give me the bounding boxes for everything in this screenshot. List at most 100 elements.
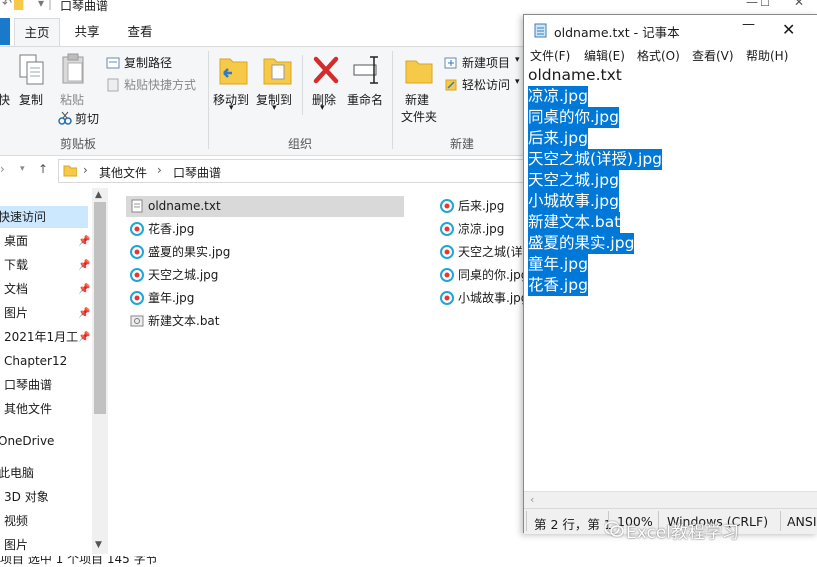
scroll-left-icon[interactable]: ‹ (530, 493, 534, 506)
nav-item-3d-objects[interactable]: 3D 对象 (4, 486, 49, 508)
maximize-icon[interactable]: ☐ (760, 0, 770, 9)
nav-item-quick-access[interactable]: 快速访问 (0, 206, 88, 228)
move-to-dropdown-icon[interactable]: ▾ (229, 103, 234, 113)
nav-item-label: 图片 (4, 306, 29, 320)
new-item-button[interactable]: 新建项目 (462, 54, 510, 71)
nav-item-label: 其他文件 (4, 402, 53, 416)
easy-access-dropdown-icon[interactable]: ▾ (515, 77, 520, 87)
copy-button[interactable]: 复制 (19, 91, 43, 108)
nav-item-2021-folder[interactable]: 2021年1月工 (4, 326, 78, 348)
paste-shortcut-button[interactable]: 粘贴快捷方式 (124, 76, 196, 93)
menu-file[interactable]: 文件(F) (530, 47, 570, 64)
nav-item-documents[interactable]: 文档 (4, 278, 28, 300)
nav-scrollbar[interactable]: ▲ ▼ (92, 188, 108, 554)
cut-button[interactable]: 剪切 (75, 110, 99, 127)
new-folder-button-line2[interactable]: 文件夹 (401, 108, 437, 125)
easy-access-button[interactable]: 轻松访问 (462, 76, 510, 93)
ribbon-tabs: 主页 共享 查看 (0, 18, 560, 46)
pin-icon[interactable]: 📌 (78, 332, 90, 343)
nav-item-label: 3D 对象 (4, 490, 49, 504)
nav-item-pictures[interactable]: 图片 (4, 302, 28, 324)
delete-dropdown-icon[interactable]: ▾ (320, 103, 325, 113)
wechat-icon (604, 521, 624, 537)
undo-icon[interactable]: ↶ (2, 0, 12, 10)
text-line: oldname.txt (528, 66, 622, 84)
pin-icon[interactable]: 📌 (78, 236, 90, 247)
text-line-selected: 后来.jpg (528, 128, 588, 149)
breadcrumb-chevron-icon[interactable]: › (83, 163, 88, 177)
horizontal-scrollbar[interactable]: ‹ (524, 491, 817, 509)
nav-item-label: 快速访问 (0, 210, 47, 224)
close-icon[interactable]: ✕ (794, 0, 804, 9)
pin-icon[interactable]: 📌 (78, 260, 90, 271)
scroll-up-icon[interactable]: ▲ (95, 190, 102, 200)
dropdown-icon[interactable]: ▾ (38, 0, 44, 10)
minimize-icon[interactable]: — (746, 0, 758, 9)
ribbon: 快 复制 粘贴 复制路径 粘贴快捷方式 剪切 剪贴板 移动到 ▾ 复制到 ▾ 删… (0, 46, 560, 156)
forward-icon[interactable]: › (0, 162, 5, 176)
move-to-icon[interactable] (218, 53, 250, 87)
nav-item-label: 口琴曲谱 (4, 378, 53, 392)
rename-button[interactable]: 重命名 (347, 91, 383, 108)
nav-item-chapter12[interactable]: Chapter12 (4, 350, 67, 372)
breadcrumb-item[interactable]: 口琴曲谱 (173, 164, 221, 181)
image-viewer-icon (130, 268, 144, 282)
copy-to-icon[interactable] (262, 53, 294, 87)
rename-icon[interactable] (352, 55, 384, 85)
clipboard-group-label: 剪贴板 (60, 137, 97, 151)
nav-item-downloads[interactable]: 下载 (4, 254, 28, 276)
menu-format[interactable]: 格式(O) (637, 47, 680, 64)
nav-item-pictures-pc[interactable]: 图片 (4, 534, 28, 556)
up-arrow-icon[interactable]: ↑ (38, 162, 48, 176)
nav-item-other-files[interactable]: 其他文件 (4, 398, 52, 420)
paste-icon[interactable] (60, 53, 88, 87)
file-name: 小城故事.jpg (458, 291, 529, 305)
image-viewer-icon (130, 245, 144, 259)
nav-item-this-pc[interactable]: 此电脑 (0, 462, 34, 484)
tab-file[interactable] (0, 18, 10, 45)
nav-item-onedrive[interactable]: OneDrive (0, 430, 54, 452)
notepad-icon (534, 23, 547, 38)
delete-icon[interactable] (312, 55, 340, 85)
scroll-down-icon[interactable]: ▼ (95, 540, 102, 550)
pin-icon[interactable]: 📌 (78, 308, 90, 319)
close-icon[interactable]: ✕ (782, 20, 795, 39)
copy-icon[interactable] (18, 53, 46, 87)
copy-path-button[interactable]: 复制路径 (124, 54, 172, 71)
new-folder-button-line1[interactable]: 新建 (405, 91, 429, 108)
notepad-menubar: 文件(F) 编辑(E) 格式(O) 查看(V) 帮助(H) (524, 45, 817, 65)
nav-item-label: Chapter12 (4, 354, 68, 368)
new-folder-icon[interactable] (404, 55, 434, 85)
recent-locations-icon[interactable]: ▾ (20, 164, 25, 174)
menu-help[interactable]: 帮助(H) (746, 47, 788, 64)
window-controls-strip: — ☐ ✕ (560, 0, 817, 14)
nav-item-harmonica-scores[interactable]: 口琴曲谱 (4, 374, 52, 396)
paste-button[interactable]: 粘贴 (60, 91, 84, 108)
pin-icon[interactable]: 📌 (78, 284, 90, 295)
tab-view[interactable]: 查看 (116, 18, 164, 45)
tab-home[interactable]: 主页 (14, 18, 60, 46)
notepad-text-area[interactable]: oldname.txt 凉凉.jpg 同桌的你.jpg 后来.jpg 天空之城(… (524, 65, 817, 491)
copy-to-dropdown-icon[interactable]: ▾ (272, 103, 277, 113)
breadcrumb-chevron-icon[interactable]: › (157, 163, 162, 177)
file-item-oldname-txt[interactable]: oldname.txt (126, 196, 404, 217)
nav-item-desktop[interactable]: 桌面 (4, 230, 28, 252)
file-name: oldname.txt (148, 199, 221, 213)
address-bar[interactable]: › 其他文件 › 口琴曲谱 (58, 159, 560, 183)
pin-quick-access-label[interactable]: 快 (0, 91, 10, 108)
status-separator (526, 511, 527, 531)
menu-view[interactable]: 查看(V) (692, 47, 734, 64)
text-file-icon (131, 199, 143, 213)
file-name: 天空之城(详 (458, 245, 523, 259)
menu-edit[interactable]: 编辑(E) (584, 47, 625, 64)
organize-group-label: 组织 (288, 137, 313, 151)
minimize-icon[interactable]: — (742, 17, 755, 32)
scrollbar-thumb[interactable] (94, 202, 106, 414)
nav-item-label: OneDrive (0, 434, 55, 448)
breadcrumb-item[interactable]: 其他文件 (99, 164, 147, 181)
batch-file-icon (130, 315, 144, 327)
tab-share[interactable]: 共享 (64, 18, 110, 45)
new-item-dropdown-icon[interactable]: ▾ (515, 55, 520, 65)
nav-item-videos[interactable]: 视频 (4, 510, 28, 532)
text-line-selected: 同桌的你.jpg (528, 107, 619, 128)
